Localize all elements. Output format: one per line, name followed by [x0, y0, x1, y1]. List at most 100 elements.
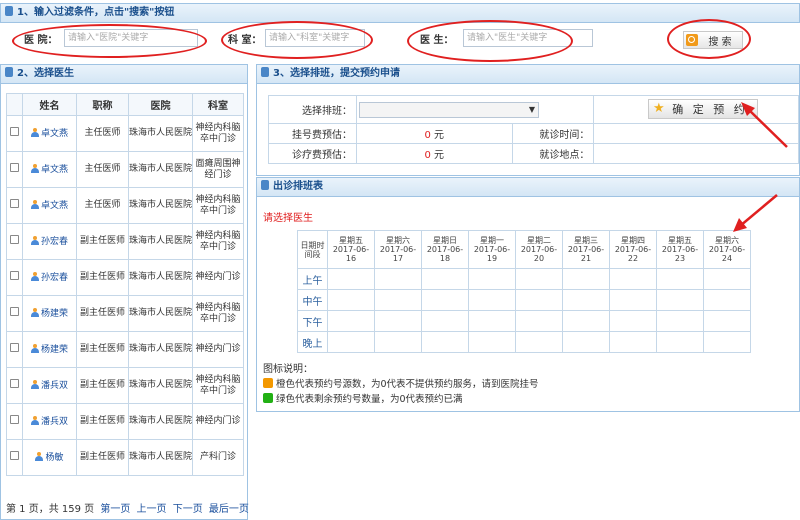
schedule-slot[interactable] [515, 268, 563, 290]
pager-prev-link[interactable]: 上一页 [137, 504, 167, 515]
doctor-name-cell[interactable]: 卓文燕 [22, 151, 77, 188]
doctor-name[interactable]: 杨敏 [45, 453, 63, 463]
schedule-slot[interactable] [374, 310, 422, 332]
row-checkbox[interactable] [10, 127, 19, 136]
period-label: 中午 [297, 289, 328, 311]
doctor-name[interactable]: 卓文燕 [41, 129, 68, 139]
schedule-slot[interactable] [515, 331, 563, 353]
panel-icon [261, 180, 269, 190]
schedule-slot[interactable] [515, 289, 563, 311]
schedule-slot[interactable] [609, 331, 657, 353]
pager-next-link[interactable]: 下一页 [173, 504, 203, 515]
row-checkbox[interactable] [10, 235, 19, 244]
schedule-slot[interactable] [421, 289, 469, 311]
doctor-row[interactable]: 杨敏 副主任医师 珠海市人民医院 产科门诊 [6, 439, 244, 476]
doctor-name[interactable]: 杨建荣 [41, 309, 68, 319]
hospital-input[interactable] [64, 29, 198, 47]
row-checkbox[interactable] [10, 343, 19, 352]
schedule-slot[interactable] [562, 289, 610, 311]
doctor-name-cell[interactable]: 卓文燕 [22, 187, 77, 224]
doctor-row[interactable]: 杨建荣 副主任医师 珠海市人民医院 神经内门诊 [6, 331, 244, 368]
schedule-row: 晚上 [297, 331, 751, 353]
doctor-name-cell[interactable]: 潘兵双 [22, 367, 77, 404]
schedule-slot[interactable] [421, 310, 469, 332]
schedule-slot[interactable] [562, 268, 610, 290]
row-checkbox[interactable] [10, 415, 19, 424]
pager-first-link[interactable]: 第一页 [100, 504, 130, 515]
doctor-name-cell[interactable]: 卓文燕 [22, 115, 77, 152]
schedule-slot[interactable] [374, 268, 422, 290]
schedule-slot[interactable] [468, 268, 516, 290]
doctor-name-cell[interactable]: 孙宏春 [22, 259, 77, 296]
confirm-button-label: 确 定 预 约 [672, 103, 748, 116]
search-button[interactable]: 搜 索 [683, 31, 743, 49]
schedule-slot[interactable] [703, 289, 751, 311]
doctor-name-cell[interactable]: 杨建荣 [22, 295, 77, 332]
schedule-slot[interactable] [703, 310, 751, 332]
doctor-row[interactable]: 孙宏春 副主任医师 珠海市人民医院 神经内门诊 [6, 259, 244, 296]
schedule-slot[interactable] [703, 268, 751, 290]
doctor-row[interactable]: 卓文燕 主任医师 珠海市人民医院 神经内科脑卒中门诊 [6, 187, 244, 224]
row-checkbox[interactable] [10, 379, 19, 388]
confirm-booking-button[interactable]: ★ 确 定 预 约 [648, 99, 758, 119]
row-checkbox[interactable] [10, 307, 19, 316]
schedule-slot[interactable] [515, 310, 563, 332]
row-checkbox[interactable] [10, 163, 19, 172]
department-input[interactable] [265, 29, 365, 47]
schedule-slot[interactable] [609, 289, 657, 311]
schedule-slot[interactable] [656, 268, 704, 290]
day-header: 星期五 2017-06-23 [656, 230, 704, 269]
doctor-hospital: 珠海市人民医院 [128, 439, 193, 476]
doctor-name[interactable]: 杨建荣 [41, 345, 68, 355]
doctor-name-cell[interactable]: 杨敏 [22, 439, 77, 476]
doctor-name[interactable]: 卓文燕 [41, 165, 68, 175]
schedule-slot[interactable] [656, 310, 704, 332]
row-checkbox[interactable] [10, 451, 19, 460]
schedule-slot[interactable] [468, 310, 516, 332]
doctor-row[interactable]: 潘兵双 副主任医师 珠海市人民医院 神经内科脑卒中门诊 [6, 367, 244, 404]
schedule-slot[interactable] [327, 289, 375, 311]
period-label: 下午 [297, 310, 328, 332]
doctor-row[interactable]: 孙宏春 副主任医师 珠海市人民医院 神经内科脑卒中门诊 [6, 223, 244, 260]
doctor-name[interactable]: 潘兵双 [41, 417, 68, 427]
day-header: 星期日 2017-06-18 [421, 230, 469, 269]
day-header: 星期一 2017-06-19 [468, 230, 516, 269]
doctor-name-cell[interactable]: 潘兵双 [22, 403, 77, 440]
doctor-row[interactable]: 潘兵双 副主任医师 珠海市人民医院 神经内门诊 [6, 403, 244, 440]
schedule-slot[interactable] [562, 331, 610, 353]
doctor-name[interactable]: 孙宏春 [41, 273, 68, 283]
schedule-select[interactable]: ▼ [358, 101, 539, 118]
schedule-slot[interactable] [468, 289, 516, 311]
doctor-name-cell[interactable]: 孙宏春 [22, 223, 77, 260]
schedule-slot[interactable] [327, 310, 375, 332]
day-header: 星期四 2017-06-22 [609, 230, 657, 269]
search-icon [686, 34, 698, 46]
schedule-slot[interactable] [609, 310, 657, 332]
schedule-slot[interactable] [374, 331, 422, 353]
schedule-slot[interactable] [327, 268, 375, 290]
schedule-slot[interactable] [327, 331, 375, 353]
doctor-row[interactable]: 卓文燕 主任医师 珠海市人民医院 面瘫周围神经门诊 [6, 151, 244, 188]
schedule-slot[interactable] [656, 289, 704, 311]
day-date: 2017-06-19 [473, 245, 511, 263]
doctor-name[interactable]: 孙宏春 [41, 237, 68, 247]
schedule-slot[interactable] [562, 310, 610, 332]
row-checkbox[interactable] [10, 199, 19, 208]
pager-last-link[interactable]: 最后一页 [209, 504, 249, 515]
doctor-row[interactable]: 杨建荣 副主任医师 珠海市人民医院 神经内科脑卒中门诊 [6, 295, 244, 332]
doctor-name[interactable]: 潘兵双 [41, 381, 68, 391]
booking-title: 3、选择排班，提交预约申请 [273, 68, 400, 79]
schedule-slot[interactable] [374, 289, 422, 311]
schedule-slot[interactable] [468, 331, 516, 353]
schedule-slot[interactable] [703, 331, 751, 353]
doctor-input[interactable] [463, 29, 593, 47]
schedule-slot[interactable] [609, 268, 657, 290]
schedule-slot[interactable] [421, 331, 469, 353]
doctor-name-cell[interactable]: 杨建荣 [22, 331, 77, 368]
schedule-slot[interactable] [421, 268, 469, 290]
row-checkbox[interactable] [10, 271, 19, 280]
doctor-name[interactable]: 卓文燕 [41, 201, 68, 211]
doctor-row[interactable]: 卓文燕 主任医师 珠海市人民医院 神经内科脑卒中门诊 [6, 115, 244, 152]
row-checkbox-cell [6, 403, 23, 440]
schedule-slot[interactable] [656, 331, 704, 353]
